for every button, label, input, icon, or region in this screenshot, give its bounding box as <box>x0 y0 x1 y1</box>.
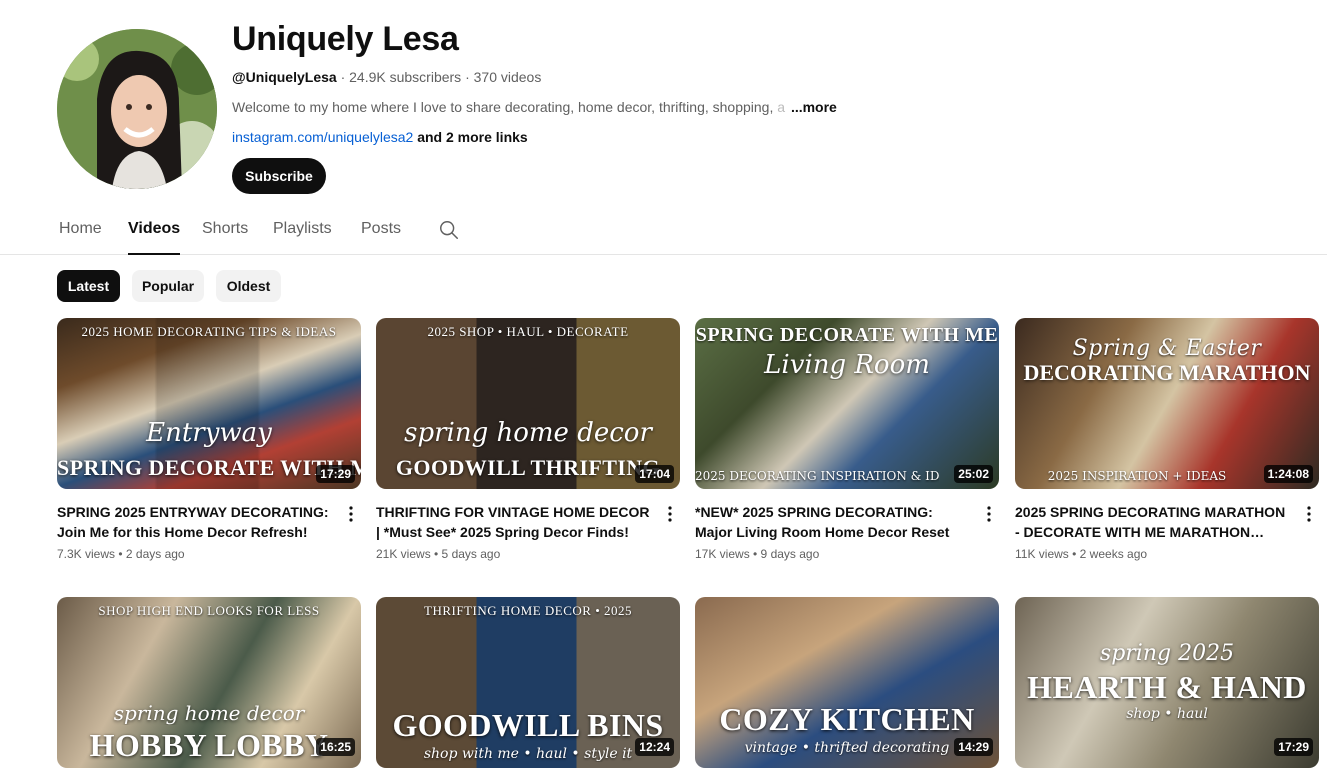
tab-posts[interactable]: Posts <box>361 220 401 255</box>
chip-latest[interactable]: Latest <box>57 270 120 302</box>
video-thumbnail[interactable]: 2025 SHOP • HAUL • DECORATE spring home … <box>376 318 680 489</box>
video-thumbnail[interactable]: 2025 HOME DECORATING TIPS & IDEAS Entryw… <box>57 318 361 489</box>
more-options-icon[interactable] <box>1301 502 1317 526</box>
channel-tabs: Home Videos Shorts Playlists Posts <box>0 210 1327 255</box>
thumbnail-caption: 2025 SHOP • HAUL • DECORATE <box>427 324 629 339</box>
more-options-icon[interactable] <box>343 502 359 526</box>
tab-shorts[interactable]: Shorts <box>202 220 248 255</box>
chip-popular[interactable]: Popular <box>132 270 204 302</box>
thumbnail-script: spring home decor <box>404 418 652 448</box>
thumbnail-script: spring home decor <box>113 701 305 725</box>
thumbnail-headline: COZY KITCHEN <box>719 701 975 737</box>
video-card[interactable]: 2025 SHOP • HAUL • DECORATE spring home … <box>376 318 680 561</box>
video-duration: 14:29 <box>954 738 993 756</box>
thumbnail-caption: 2025 HOME DECORATING TIPS & IDEAS <box>81 324 337 339</box>
video-card[interactable]: COZY KITCHEN vintage • thrifted decorati… <box>695 597 999 768</box>
video-title[interactable]: *NEW* 2025 SPRING DECORATING: Major Livi… <box>695 502 999 542</box>
video-thumbnail[interactable]: Spring & Easter DECORATING MARATHON 2025… <box>1015 318 1319 489</box>
search-icon[interactable] <box>438 219 460 241</box>
video-meta: 7.3K views • 2 days ago <box>57 547 185 561</box>
thumbnail-subcaption: 2025 DECORATING INSPIRATION & IDEAS <box>695 469 939 483</box>
thumbnail-subcaption: shop • haul <box>1126 706 1208 722</box>
video-title[interactable]: 2025 SPRING DECORATING MARATHON - DECORA… <box>1015 502 1319 542</box>
instagram-link[interactable]: instagram.com/uniquelylesa2 <box>232 129 413 145</box>
thumbnail-script: DECORATING MARATHON <box>1023 360 1311 385</box>
more-options-icon[interactable] <box>981 502 997 526</box>
channel-page: Uniquely Lesa @UniquelyLesa · 24.9K subs… <box>0 0 1327 773</box>
tab-playlists[interactable]: Playlists <box>273 220 332 255</box>
video-thumbnail[interactable]: SPRING DECORATE WITH ME Living Room 2025… <box>695 318 999 489</box>
channel-meta: @UniquelyLesa · 24.9K subscribers · 370 … <box>232 69 541 85</box>
video-thumbnail[interactable]: COZY KITCHEN vintage • thrifted decorati… <box>695 597 999 768</box>
thumbnail-script: Entryway <box>146 418 272 448</box>
chip-oldest[interactable]: Oldest <box>216 270 281 302</box>
channel-handle: @UniquelyLesa <box>232 69 337 85</box>
video-card[interactable]: SHOP HIGH END LOOKS FOR LESS spring home… <box>57 597 361 768</box>
video-card[interactable]: THRIFTING HOME DECOR • 2025 GOODWILL BIN… <box>376 597 680 768</box>
thumbnail-caption: THRIFTING HOME DECOR • 2025 <box>424 603 632 618</box>
channel-stats: · 24.9K subscribers · 370 videos <box>336 69 542 85</box>
thumbnail-caption: SPRING DECORATE WITH ME <box>695 324 999 346</box>
thumbnail-headline: GOODWILL BINS <box>392 707 664 743</box>
thumbnail-caption: Spring & Easter <box>1072 336 1262 361</box>
channel-description[interactable]: Welcome to my home where I love to share… <box>232 99 837 115</box>
video-title[interactable]: THRIFTING FOR VINTAGE HOME DECOR | *Must… <box>376 502 680 542</box>
channel-description-fade: a <box>777 99 786 115</box>
video-meta: 11K views • 2 weeks ago <box>1015 547 1148 561</box>
video-card[interactable]: SPRING DECORATE WITH ME Living Room 2025… <box>695 318 999 561</box>
video-thumbnail[interactable]: spring 2025 HEARTH & HAND shop • haul 17… <box>1015 597 1319 768</box>
video-card[interactable]: spring 2025 HEARTH & HAND shop • haul 17… <box>1015 597 1319 768</box>
video-meta: 21K views • 5 days ago <box>376 547 501 561</box>
tab-home[interactable]: Home <box>59 220 102 255</box>
avatar-portrait-icon <box>57 29 217 189</box>
video-title[interactable]: SPRING 2025 ENTRYWAY DECORATING: Join Me… <box>57 502 361 542</box>
more-options-icon[interactable] <box>662 502 678 526</box>
channel-links: instagram.com/uniquelylesa2 and 2 more l… <box>232 129 528 145</box>
video-duration: 16:25 <box>316 738 355 756</box>
description-more-button[interactable]: ...more <box>791 99 837 115</box>
video-card[interactable]: Spring & Easter DECORATING MARATHON 2025… <box>1015 318 1319 561</box>
video-meta: 17K views • 9 days ago <box>695 547 820 561</box>
video-duration: 17:04 <box>635 465 674 483</box>
subscribe-button[interactable]: Subscribe <box>232 158 326 194</box>
thumbnail-headline: HEARTH & HAND <box>1027 669 1307 705</box>
video-duration: 1:24:08 <box>1263 465 1313 483</box>
video-duration: 12:24 <box>635 738 674 756</box>
video-duration: 17:29 <box>316 465 355 483</box>
video-duration: 17:29 <box>1274 738 1313 756</box>
channel-name: Uniquely Lesa <box>232 20 459 58</box>
thumbnail-script: spring 2025 <box>1099 641 1235 666</box>
video-card[interactable]: 2025 HOME DECORATING TIPS & IDEAS Entryw… <box>57 318 361 561</box>
thumbnail-subcaption: 2025 INSPIRATION + IDEAS <box>1047 469 1227 483</box>
more-links-button[interactable]: and 2 more links <box>413 129 528 145</box>
channel-avatar[interactable] <box>57 29 217 189</box>
thumbnail-script: Living Room <box>764 350 930 380</box>
thumbnail-caption: SHOP HIGH END LOOKS FOR LESS <box>98 603 320 618</box>
video-thumbnail[interactable]: THRIFTING HOME DECOR • 2025 GOODWILL BIN… <box>376 597 680 768</box>
video-thumbnail[interactable]: SHOP HIGH END LOOKS FOR LESS spring home… <box>57 597 361 768</box>
tab-videos[interactable]: Videos <box>128 220 181 255</box>
video-duration: 25:02 <box>954 465 993 483</box>
channel-description-text: Welcome to my home where I love to share… <box>232 99 778 115</box>
